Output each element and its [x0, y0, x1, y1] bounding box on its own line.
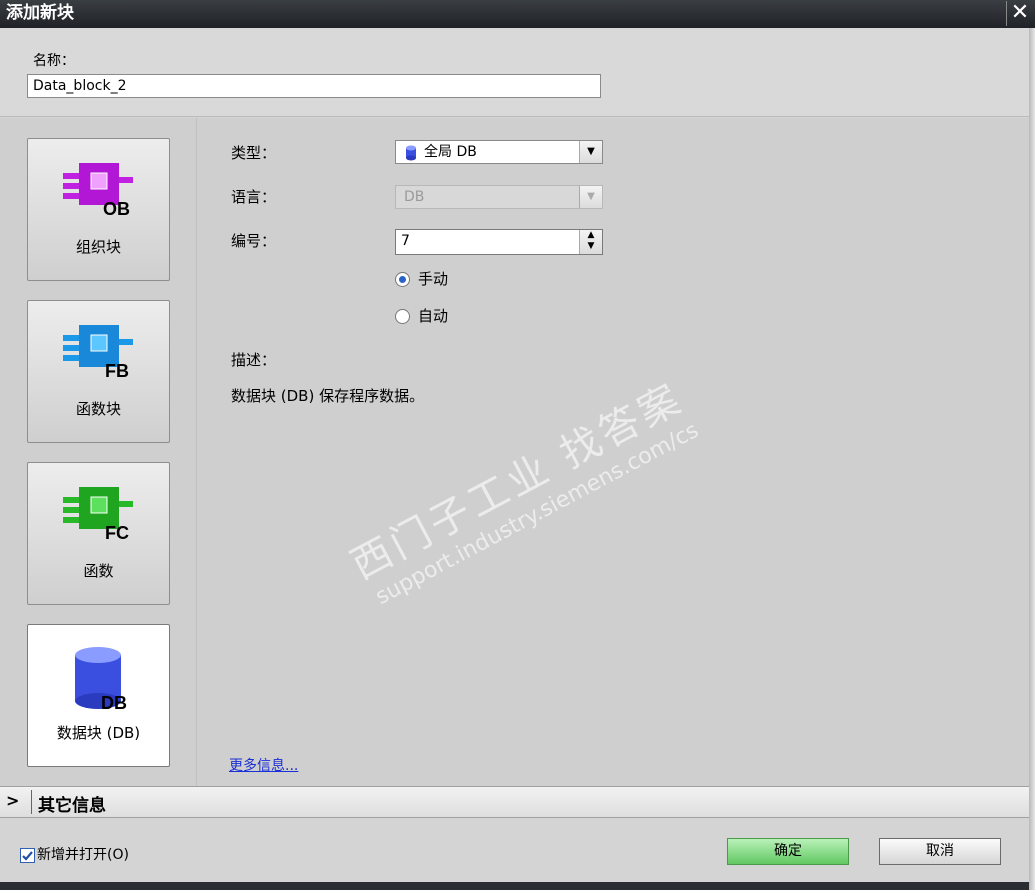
block-type-label: 函数块 [75, 400, 121, 418]
radio-manual-label: 手动 [418, 270, 449, 288]
other-info-label: 其它信息 [38, 796, 106, 816]
number-label: 编号： [231, 232, 277, 250]
name-section: 名称： [0, 28, 1029, 117]
svg-text:FB: FB [105, 361, 129, 381]
number-spinner[interactable]: 7 ▲ ▼ [395, 229, 603, 255]
fb-block-icon: FB [63, 325, 133, 381]
checkbox-checked-icon[interactable] [20, 847, 35, 863]
db-small-icon [406, 145, 416, 161]
fc-block-icon: FC [63, 487, 133, 543]
language-value: DB [404, 189, 425, 205]
radio-auto[interactable]: 自动 [395, 305, 448, 326]
content-area: OB 组织块 FB 函数块 FC 函数 DB 数据块 (DB) 类型： 全局 D… [0, 118, 1029, 786]
spin-arrows-icon[interactable]: ▲ ▼ [579, 230, 602, 254]
divider [31, 790, 32, 814]
cancel-button[interactable]: 取消 [879, 838, 1001, 865]
block-properties-panel: 类型： 全局 DB ▼ 语言： DB ▼ 编号： 7 ▲ ▼ 手动 自动 描述： … [197, 118, 1029, 786]
radio-manual[interactable]: 手动 [395, 268, 448, 289]
db-cylinder-icon: DB [75, 647, 127, 713]
chevron-down-icon[interactable]: ▼ [579, 141, 602, 163]
add-and-open-label: 新增并打开(O) [37, 847, 129, 863]
radio-unselected-icon [395, 309, 410, 324]
block-type-label: 组织块 [75, 238, 121, 256]
type-value: 全局 DB [424, 144, 477, 160]
block-type-ob-tile[interactable]: OB 组织块 [27, 138, 170, 281]
language-dropdown: DB ▼ [395, 185, 603, 209]
block-type-list: OB 组织块 FB 函数块 FC 函数 DB 数据块 (DB) [0, 118, 197, 786]
add-and-open-checkbox[interactable]: 新增并打开(O) [20, 844, 129, 864]
number-value: 7 [401, 233, 410, 249]
svg-text:FC: FC [105, 523, 129, 543]
more-info-link[interactable]: 更多信息... [229, 755, 298, 775]
name-label: 名称： [33, 53, 75, 69]
radio-selected-icon [395, 272, 410, 287]
other-info-expander[interactable]: > 其它信息 [0, 786, 1029, 818]
window-frame-right [1029, 28, 1035, 890]
dialog-title: 添加新块 [6, 3, 74, 23]
block-type-db-tile[interactable]: DB 数据块 (DB) [27, 624, 170, 767]
name-input[interactable] [27, 74, 601, 98]
ob-block-icon: OB [63, 163, 133, 219]
title-bar: 添加新块 ✕ [0, 0, 1035, 28]
description-text: 数据块 (DB) 保存程序数据。 [231, 387, 425, 405]
block-type-label: 函数 [83, 562, 114, 580]
block-type-fc-tile[interactable]: FC 函数 [27, 462, 170, 605]
type-label: 类型： [231, 144, 277, 162]
svg-text:OB: OB [103, 199, 130, 219]
svg-text:DB: DB [101, 693, 127, 713]
chevron-right-icon[interactable]: > [6, 791, 19, 810]
type-dropdown[interactable]: 全局 DB ▼ [395, 140, 603, 164]
chevron-down-icon: ▼ [579, 186, 602, 208]
window-frame-bottom [0, 882, 1029, 890]
block-type-fb-tile[interactable]: FB 函数块 [27, 300, 170, 443]
description-label: 描述： [231, 351, 277, 369]
language-label: 语言： [231, 188, 277, 206]
block-type-label: 数据块 (DB) [56, 724, 141, 742]
ok-button[interactable]: 确定 [727, 838, 849, 865]
radio-auto-label: 自动 [418, 307, 449, 325]
dialog-footer: 新增并打开(O) 确定 取消 [0, 818, 1029, 890]
watermark-line2: support.industry.siemens.com/cs [371, 417, 703, 610]
close-button[interactable]: ✕ [1006, 1, 1033, 26]
